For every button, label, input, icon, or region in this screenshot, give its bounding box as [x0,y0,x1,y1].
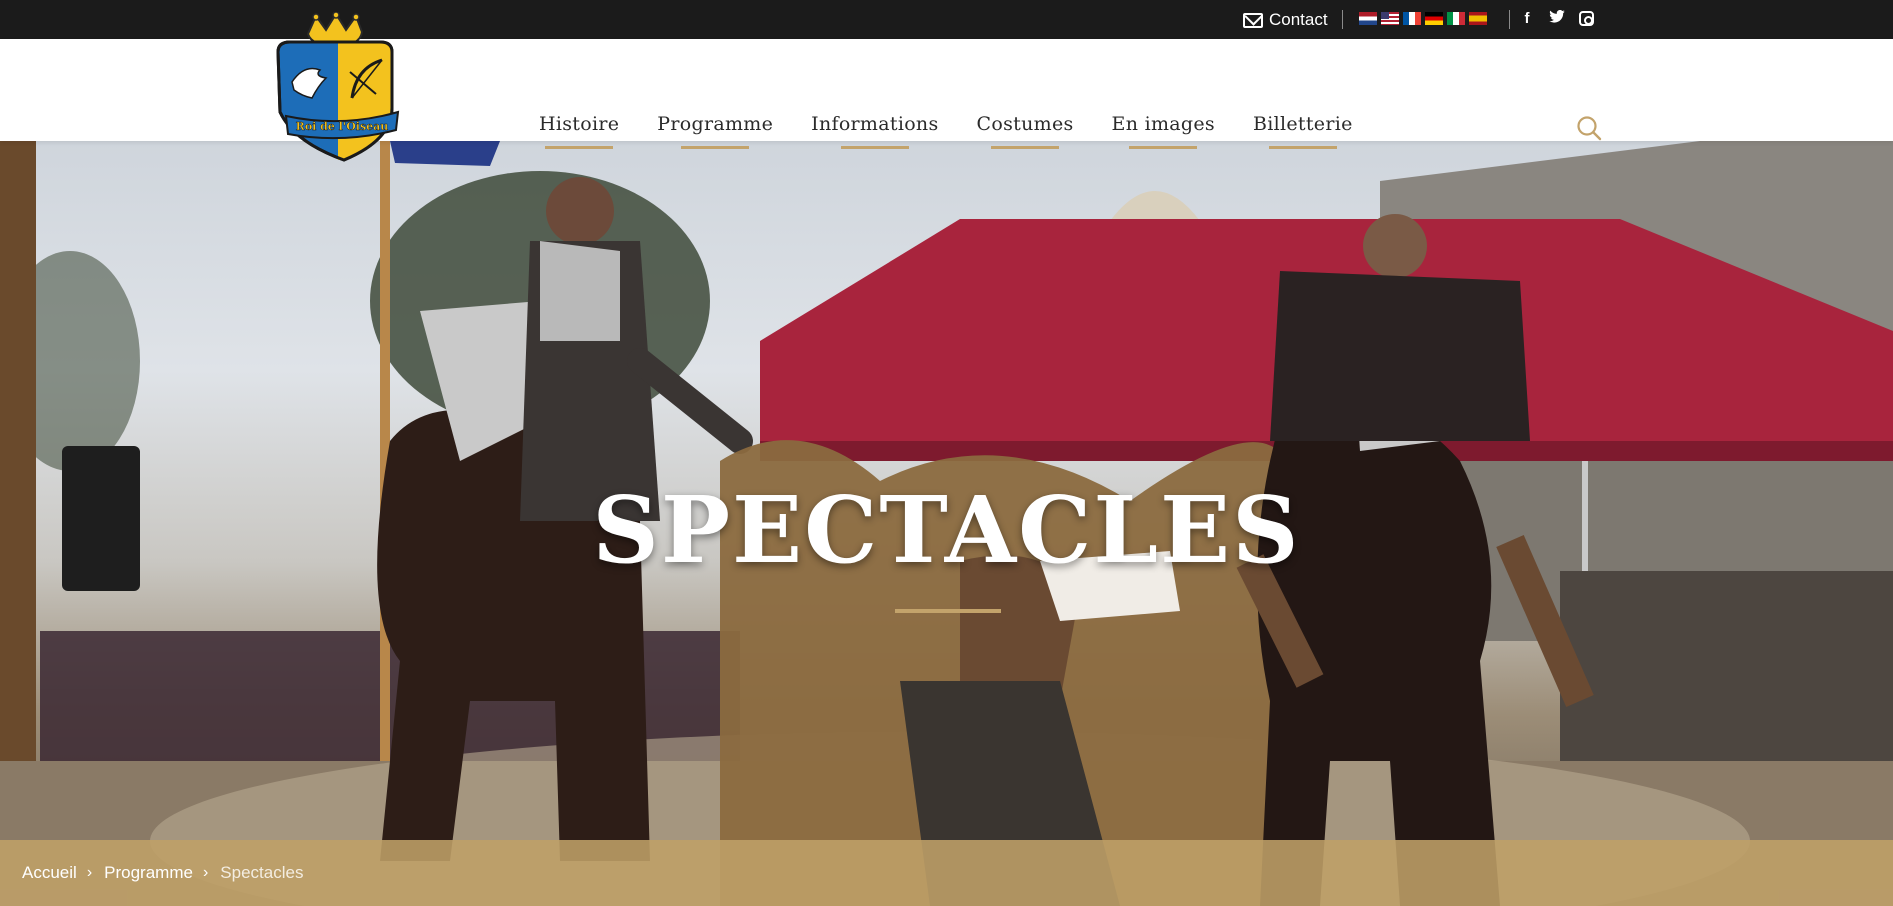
nav-item-histoire[interactable]: Histoire [539,113,619,135]
flag-it-icon[interactable] [1447,12,1465,25]
title-underline [895,609,1001,613]
mail-icon [1243,12,1263,28]
flag-es-icon[interactable] [1469,12,1487,25]
divider [1509,10,1510,29]
breadcrumb-home[interactable]: Accueil [22,863,77,883]
contact-link[interactable]: Contact [1243,9,1328,31]
facebook-icon[interactable]: f [1519,10,1535,27]
site-logo[interactable]: Roi de l'Oiseau [272,11,418,164]
hero-banner: SPECTACLES [0,141,1893,906]
breadcrumb-current: Spectacles [220,863,304,882]
flag-nl-icon[interactable] [1359,12,1377,25]
flag-fr-icon[interactable] [1403,12,1421,25]
contact-label: Contact [1269,10,1328,29]
nav-item-informations[interactable]: Informations [811,113,938,135]
nav-item-programme[interactable]: Programme [657,113,773,135]
chevron-right-icon: › [86,864,93,881]
chevron-right-icon: › [202,864,209,881]
page-title: SPECTACLES [592,476,1301,584]
language-switcher [1359,12,1487,25]
flag-us-icon[interactable] [1381,12,1399,25]
divider [1342,10,1343,29]
social-links: f [1519,9,1594,27]
search-icon[interactable] [1576,115,1602,141]
flag-de-icon[interactable] [1425,12,1443,25]
twitter-icon[interactable] [1549,9,1565,27]
nav-item-billetterie[interactable]: Billetterie [1253,113,1353,135]
logo-text: Roi de l'Oiseau [296,120,389,133]
nav-item-en-images[interactable]: En images [1112,113,1215,135]
nav-item-costumes[interactable]: Costumes [977,113,1074,135]
breadcrumb-programme[interactable]: Programme [104,863,193,883]
main-nav: Histoire Programme Informations Costumes… [539,113,1391,135]
instagram-icon[interactable] [1579,11,1594,26]
breadcrumb: Accueil › Programme › Spectacles [0,840,1893,906]
